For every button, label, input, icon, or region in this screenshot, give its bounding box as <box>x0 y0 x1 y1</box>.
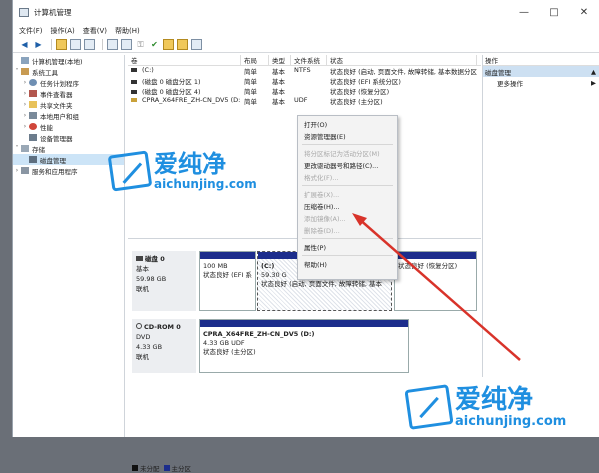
unallocated-swatch <box>132 465 138 471</box>
partition-legend: 未分配 主分区 <box>132 463 191 473</box>
legend-unallocated: 未分配 <box>140 465 160 473</box>
annotation-arrow <box>352 213 521 361</box>
legend-primary: 主分区 <box>171 465 192 473</box>
arrow-shaft <box>357 217 521 361</box>
primary-swatch <box>163 465 170 471</box>
